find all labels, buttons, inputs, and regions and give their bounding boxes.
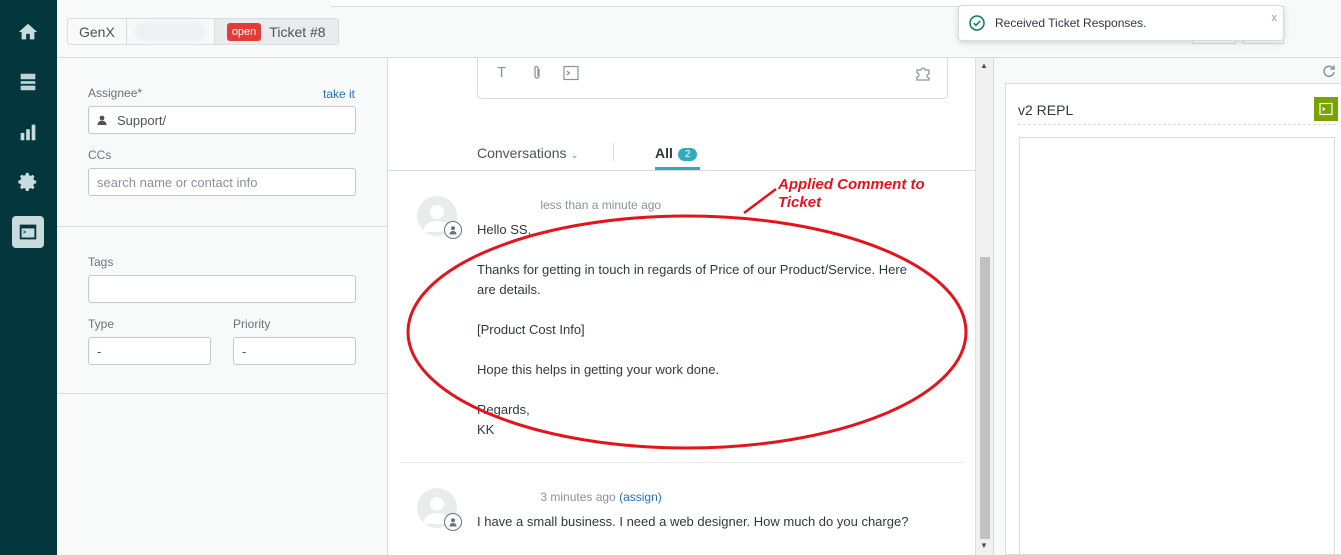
scrollbar-thumb[interactable] bbox=[980, 257, 990, 539]
conversations-filter[interactable]: Conversations ⌄ bbox=[477, 145, 579, 161]
check-circle-icon bbox=[969, 15, 985, 31]
divider bbox=[1018, 124, 1336, 125]
person-icon bbox=[97, 115, 107, 125]
chevron-down-icon: ⌄ bbox=[570, 150, 579, 161]
terminal-icon[interactable] bbox=[12, 216, 44, 248]
comment-line: Hello SS, bbox=[477, 222, 532, 237]
count-badge: 2 bbox=[677, 148, 698, 161]
comment-meta: less than a minute ago bbox=[477, 198, 661, 212]
conversation-pane: T Conversations ⌄ All 2 less than a minut… bbox=[388, 58, 975, 555]
end-user-badge-icon bbox=[444, 513, 462, 531]
annotation-line: Ticket bbox=[778, 194, 822, 211]
refresh-icon[interactable] bbox=[1322, 64, 1336, 78]
divider bbox=[613, 143, 614, 161]
breadcrumb: GenX open Ticket #8 bbox=[67, 18, 339, 45]
comment-line: Regards, bbox=[477, 402, 530, 417]
tab-label: Ticket #8 bbox=[269, 23, 326, 40]
notification-toast: Received Ticket Responses. x bbox=[958, 5, 1284, 41]
bar-chart-icon[interactable] bbox=[12, 116, 44, 148]
priority-label: Priority bbox=[233, 317, 271, 331]
comment-author[interactable] bbox=[477, 491, 537, 501]
ccs-placeholder: search name or contact info bbox=[97, 174, 258, 190]
comment-line: KK bbox=[477, 422, 495, 437]
comment-line: I have a small business. I need a web de… bbox=[477, 514, 909, 529]
attachment-icon[interactable] bbox=[531, 65, 543, 81]
tab-label: GenX bbox=[79, 23, 115, 40]
comment-line: Hope this helps in getting your work don… bbox=[477, 362, 720, 377]
text-format-icon[interactable]: T bbox=[497, 64, 506, 81]
comment-meta: 3 minutes ago (assign) bbox=[477, 490, 662, 504]
puzzle-icon[interactable] bbox=[915, 64, 933, 82]
tab-requester[interactable] bbox=[127, 19, 215, 44]
filter-label: Conversations bbox=[477, 145, 567, 161]
type-select[interactable]: - bbox=[88, 337, 211, 365]
assignee-field[interactable]: Support/ bbox=[88, 106, 356, 134]
comment-time: 3 minutes ago bbox=[540, 490, 616, 504]
type-label: Type bbox=[88, 317, 115, 331]
terminal-icon[interactable] bbox=[563, 65, 579, 81]
tab-all[interactable]: All 2 bbox=[655, 145, 698, 161]
ticket-properties-panel: Assignee* take it Support/ CCs search na… bbox=[57, 58, 388, 555]
tags-input[interactable] bbox=[88, 275, 356, 303]
scroll-up-icon[interactable]: ▲ bbox=[980, 61, 988, 70]
ccs-input[interactable]: search name or contact info bbox=[88, 168, 356, 196]
app-title: v2 REPL bbox=[1018, 102, 1074, 118]
comment-author[interactable] bbox=[477, 199, 537, 209]
active-tab-indicator bbox=[655, 167, 700, 170]
take-it-link[interactable]: take it bbox=[323, 87, 355, 101]
redacted-name bbox=[137, 25, 203, 38]
scroll-down-icon[interactable]: ▼ bbox=[980, 541, 988, 550]
tab-ticket[interactable]: open Ticket #8 bbox=[214, 19, 338, 44]
app-card: v2 REPL bbox=[1005, 83, 1341, 555]
conversation-tabs: Conversations ⌄ All 2 bbox=[388, 133, 975, 171]
type-value: - bbox=[97, 343, 102, 359]
priority-select[interactable]: - bbox=[233, 337, 356, 365]
apps-panel: v2 REPL bbox=[993, 58, 1341, 555]
assignee-label: Assignee* bbox=[88, 86, 143, 100]
divider bbox=[57, 226, 387, 227]
comment-time: less than a minute ago bbox=[540, 198, 662, 212]
tab-all-label: All bbox=[655, 145, 673, 161]
close-icon[interactable]: x bbox=[1272, 12, 1278, 24]
divider bbox=[400, 462, 965, 463]
tab-organization[interactable]: GenX bbox=[68, 19, 127, 44]
comment-line: are details. bbox=[477, 282, 541, 297]
gear-icon[interactable] bbox=[12, 166, 44, 198]
status-badge: open bbox=[226, 22, 262, 41]
tags-label: Tags bbox=[88, 255, 114, 269]
assignee-value: Support/ bbox=[117, 112, 167, 128]
toast-message: Received Ticket Responses. bbox=[995, 16, 1147, 30]
left-nav bbox=[0, 0, 57, 555]
home-icon[interactable] bbox=[12, 16, 44, 48]
views-icon[interactable] bbox=[12, 66, 44, 98]
scrollbar[interactable]: ▲ ▼ bbox=[975, 58, 993, 555]
annotation-text: Applied Comment to Ticket bbox=[778, 176, 925, 212]
end-user-badge-icon bbox=[444, 221, 462, 239]
app-terminal-icon[interactable] bbox=[1314, 97, 1338, 121]
assign-link[interactable]: (assign) bbox=[619, 490, 662, 504]
annotation-line: Applied Comment to bbox=[778, 176, 925, 193]
priority-value: - bbox=[242, 343, 247, 359]
ccs-label: CCs bbox=[88, 148, 112, 162]
comment-line: Thanks for getting in touch in regards o… bbox=[477, 262, 907, 277]
app-iframe[interactable] bbox=[1019, 137, 1335, 555]
divider bbox=[57, 393, 387, 394]
comment-line: [Product Cost Info] bbox=[477, 322, 585, 337]
comment-editor[interactable]: T bbox=[477, 58, 948, 99]
